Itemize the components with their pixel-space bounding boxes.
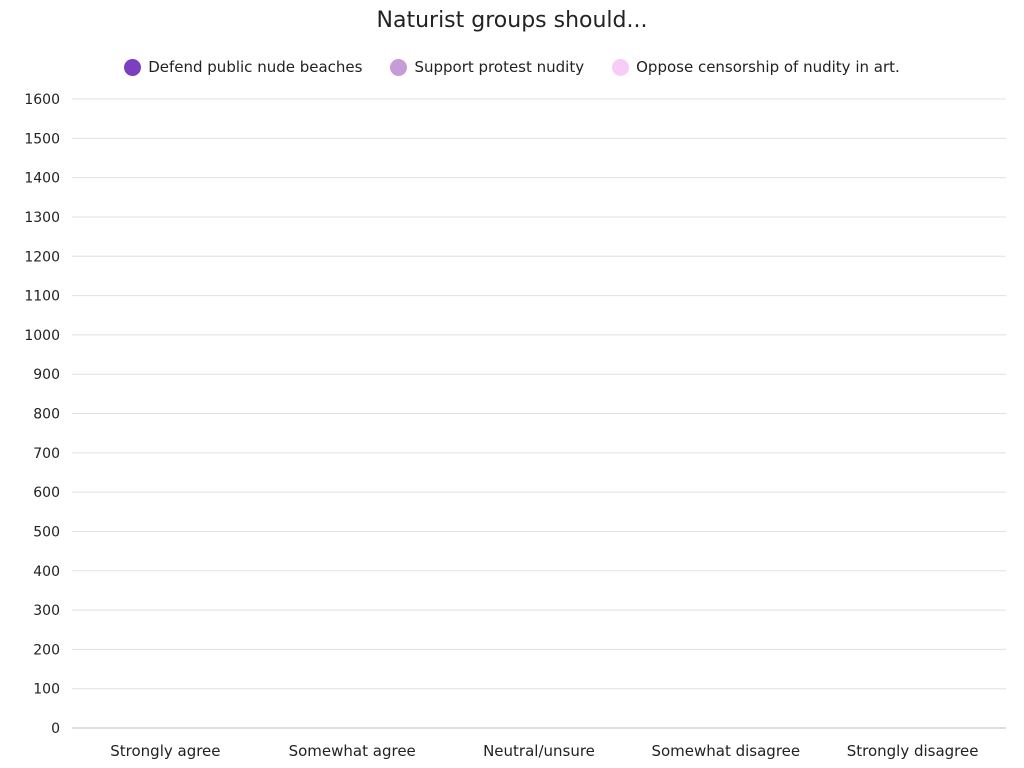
y-tick-label: 400 — [33, 564, 60, 580]
y-tick-label: 100 — [33, 682, 60, 698]
x-category-label: Neutral/unsure — [483, 742, 595, 760]
y-tick-label: 900 — [33, 367, 60, 383]
y-tick-label: 0 — [51, 721, 60, 737]
chart-plot-area: 0 100 200 300 400 500 600 700 800 900 1000 1100 1200… — [24, 92, 1006, 760]
x-category-label: Strongly agree — [110, 742, 220, 760]
y-tick-label: 1400 — [24, 171, 60, 187]
y-tick-label: 1500 — [24, 131, 60, 147]
x-axis-categories: Strongly agree Somewhat agree Neutral/unsu… — [110, 742, 978, 760]
y-tick-label: 200 — [33, 642, 60, 658]
y-tick-label: 600 — [33, 485, 60, 501]
y-tick-label: 1200 — [24, 249, 60, 265]
y-tick-label: 1600 — [24, 92, 60, 108]
y-tick-label: 1000 — [24, 328, 60, 344]
y-axis-ticks: 0 100 200 300 400 500 600 700 800 900 1000 1100 1200… — [24, 92, 60, 737]
y-tick-label: 300 — [33, 603, 60, 619]
x-category-label: Strongly disagree — [847, 742, 979, 760]
gridlines — [72, 98, 1006, 729]
y-tick-label: 800 — [33, 407, 60, 423]
y-tick-label: 1300 — [24, 210, 60, 226]
y-tick-label: 500 — [33, 524, 60, 540]
x-category-label: Somewhat agree — [289, 742, 416, 760]
x-category-label: Somewhat disagree — [651, 742, 800, 760]
y-tick-label: 1100 — [24, 289, 60, 305]
y-tick-label: 700 — [33, 446, 60, 462]
